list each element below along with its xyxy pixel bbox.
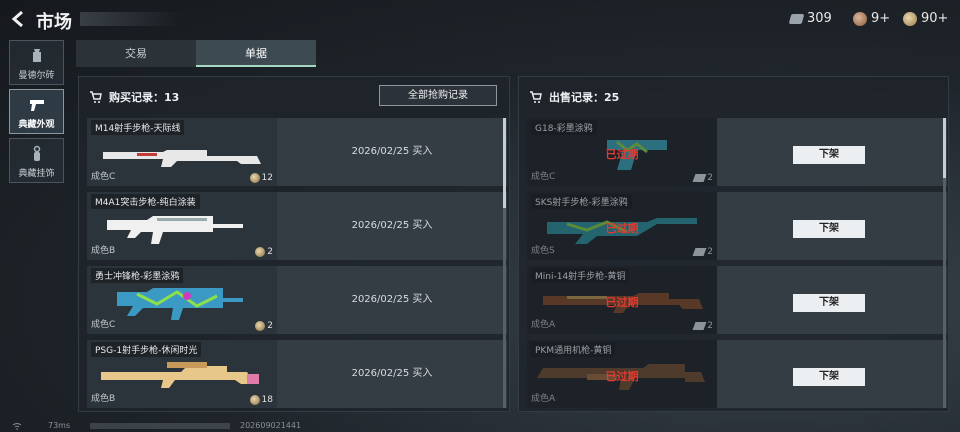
ticket-icon (692, 322, 707, 330)
item-thumbnail: PKM通用机枪-黄铜 已过期 成色A (527, 340, 717, 408)
sell-records-panel: 出售记录：25 G18-彩墨涂鸦 已过期 成色C 2 下架 SKS射手步枪-彩墨… (518, 76, 949, 412)
title-decoration (80, 12, 180, 26)
back-arrow-icon[interactable] (10, 10, 26, 28)
uid-text: 202609021441 (240, 421, 302, 430)
sell-cart-icon (530, 91, 542, 103)
item-thumbnail: M14射手步枪-天际线 成色C 12 (87, 118, 277, 186)
expired-tag: 已过期 (605, 148, 639, 161)
scroll-thumb[interactable] (503, 118, 506, 208)
list-item: Mini-14射手步枪-黄铜 已过期 成色A 2 下架 (527, 266, 947, 334)
tab-orders[interactable]: 单据 (196, 40, 316, 67)
brick-icon (32, 49, 41, 62)
wifi-icon (12, 423, 22, 430)
cart-icon (90, 91, 102, 103)
record-info: 下架 (717, 340, 947, 408)
list-item[interactable]: 勇士冲锋枪-彩墨涂鸦 成色C 2 2026/02/25 买入 (87, 266, 507, 334)
item-thumbnail: G18-彩墨涂鸦 已过期 成色C 2 (527, 118, 717, 186)
list-item: G18-彩墨涂鸦 已过期 成色C 2 下架 (527, 118, 947, 186)
expired-tag: 已过期 (605, 370, 639, 383)
pistol-icon (29, 100, 44, 111)
tab-trade[interactable]: 交易 (76, 40, 196, 67)
rifle-image (107, 216, 243, 244)
sidebar-item-collection-skin[interactable]: 典藏外观 (9, 89, 64, 134)
record-info: 2026/02/25 买入 (277, 340, 507, 408)
sidebar-item-brick[interactable]: 曼德尔砖 (9, 40, 64, 85)
status-footer: 73ms 202609021441 (0, 420, 960, 432)
currency-coin[interactable]: 9+ (853, 11, 890, 26)
buy-records-header: 购买记录：13 (89, 89, 179, 105)
rifle-image (103, 150, 261, 167)
record-info: 2026/02/25 买入 (277, 266, 507, 334)
item-thumbnail: M4A1突击步枪-纯白涂装 成色B 2 (87, 192, 277, 260)
record-info: 2026/02/25 买入 (277, 192, 507, 260)
coin-icon (255, 321, 266, 331)
footer-bar (90, 423, 230, 429)
item-thumbnail: PSG-1射手步枪-休闲时光 成色B 18 (87, 340, 277, 408)
quantity: 2 (692, 247, 713, 257)
top-bar: 市场 309 9+ 90+ (0, 0, 960, 38)
record-info: 下架 (717, 192, 947, 260)
sell-records-header: 出售记录：25 (529, 89, 619, 105)
record-info: 下架 (717, 118, 947, 186)
currency-ticket[interactable]: 309 (788, 11, 832, 26)
quantity: 18 (249, 395, 273, 405)
item-thumbnail: 勇士冲锋枪-彩墨涂鸦 成色C 2 (87, 266, 277, 334)
quantity: 12 (249, 173, 273, 183)
coin-icon (249, 395, 260, 405)
list-item[interactable]: M4A1突击步枪-纯白涂装 成色B 2 2026/02/25 买入 (87, 192, 507, 260)
ticket-icon (788, 13, 805, 24)
currency-gold-coin[interactable]: 90+ (903, 11, 948, 26)
sniper-rifle-image (101, 362, 259, 388)
smg-image (117, 288, 243, 320)
coin-icon (255, 247, 266, 257)
list-item[interactable]: M14射手步枪-天际线 成色C 12 2026/02/25 买入 (87, 118, 507, 186)
charm-icon (33, 145, 40, 161)
ticket-icon (692, 248, 707, 256)
delist-button[interactable]: 下架 (793, 146, 865, 164)
expired-tag: 已过期 (605, 296, 639, 309)
quantity: 2 (255, 321, 273, 331)
quantity: 2 (692, 173, 713, 183)
gold-coin-icon (903, 11, 917, 26)
record-info: 下架 (717, 266, 947, 334)
buy-records-panel: 购买记录：13 全部抢购记录 M14射手步枪-天际线 成色C 12 2026/0… (78, 76, 510, 412)
quantity: 2 (692, 321, 713, 331)
item-thumbnail: Mini-14射手步枪-黄铜 已过期 成色A 2 (527, 266, 717, 334)
all-snapup-records-button[interactable]: 全部抢购记录 (379, 85, 497, 106)
delist-button[interactable]: 下架 (793, 220, 865, 238)
page-title: 市场 (36, 12, 72, 33)
coin-icon (853, 11, 867, 26)
list-item: PKM通用机枪-黄铜 已过期 成色A 下架 (527, 340, 947, 408)
list-item: SKS射手步枪-彩墨涂鸦 已过期 成色S 2 下架 (527, 192, 947, 260)
coin-icon (249, 173, 260, 183)
delist-button[interactable]: 下架 (793, 294, 865, 312)
ping-text: 73ms (48, 421, 71, 430)
delist-button[interactable]: 下架 (793, 368, 865, 386)
expired-tag: 已过期 (605, 222, 639, 235)
ticket-icon (692, 174, 707, 182)
scroll-thumb[interactable] (943, 118, 946, 178)
record-info: 2026/02/25 买入 (277, 118, 507, 186)
quantity: 2 (255, 247, 273, 257)
sidebar-item-collection-charm[interactable]: 典藏挂饰 (9, 138, 64, 183)
list-item[interactable]: PSG-1射手步枪-休闲时光 成色B 18 2026/02/25 买入 (87, 340, 507, 408)
item-thumbnail: SKS射手步枪-彩墨涂鸦 已过期 成色S 2 (527, 192, 717, 260)
